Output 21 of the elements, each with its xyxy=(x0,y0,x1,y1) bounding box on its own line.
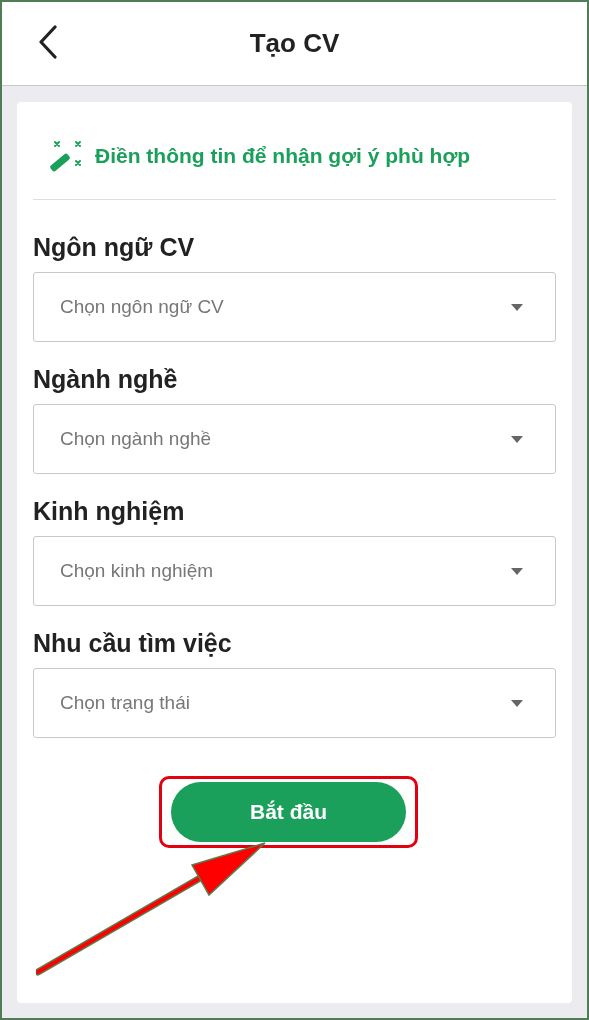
dropdown-placeholder: Chọn kinh nghiệm xyxy=(60,558,214,583)
field-label: Kinh nghiệm xyxy=(33,496,186,527)
dropdown-caret-icon xyxy=(511,567,523,575)
dropdown-placeholder: Chọn trạng thái xyxy=(60,690,190,715)
start-button[interactable]: Bắt đầu xyxy=(171,782,406,842)
dropdown-field[interactable]: Chọn ngôn ngữ CV xyxy=(33,272,556,342)
field-label: Ngôn ngữ CV xyxy=(33,232,196,263)
dropdown-caret-icon xyxy=(511,303,523,311)
dropdown-placeholder: Chọn ngôn ngữ CV xyxy=(60,294,224,319)
dropdown-field[interactable]: Chọn ngành nghề xyxy=(33,404,556,474)
magic-wand-icon xyxy=(47,139,83,173)
dropdown-field[interactable]: Chọn trạng thái xyxy=(33,668,556,738)
dropdown-caret-icon xyxy=(511,435,523,443)
page-title: Tạo CV xyxy=(249,27,340,60)
dropdown-field[interactable]: Chọn kinh nghiệm xyxy=(33,536,556,606)
back-icon xyxy=(38,25,58,59)
field-label: Ngành nghề xyxy=(33,364,179,395)
field-label: Nhu cầu tìm việc xyxy=(33,628,233,659)
dropdown-placeholder: Chọn ngành nghề xyxy=(60,426,212,451)
dropdown-caret-icon xyxy=(511,699,523,707)
form-heading: Điền thông tin để nhận gợi ý phù hợp xyxy=(95,143,471,170)
